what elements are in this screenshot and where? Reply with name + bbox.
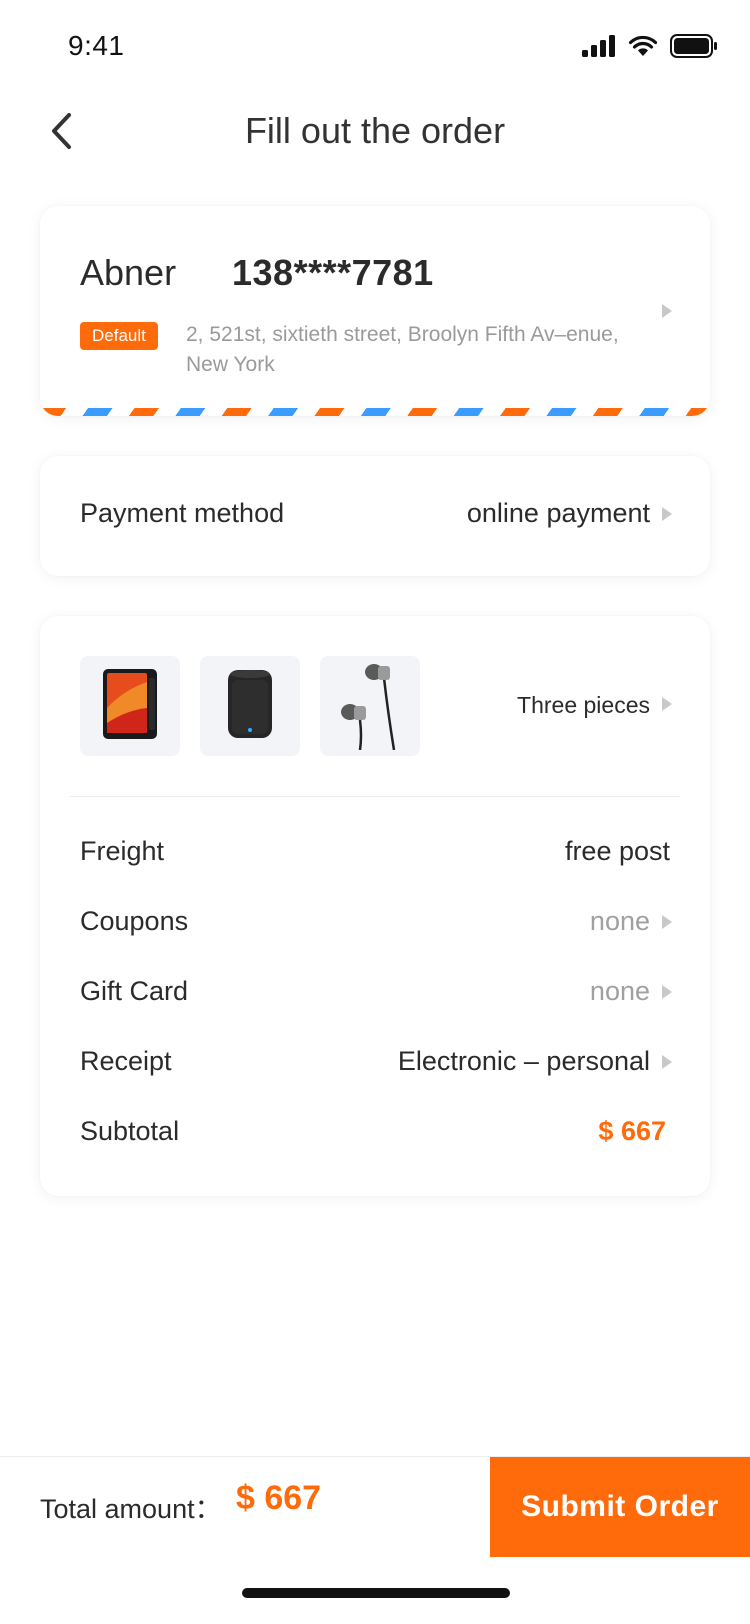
address-text: 2, 521st, sixtieth street, Broolyn Fifth… xyxy=(186,323,619,376)
bottom-bar: Total amount： $ 667 Submit Order xyxy=(0,1456,750,1557)
default-badge: Default xyxy=(80,322,158,350)
arrow-right-icon xyxy=(662,985,672,1004)
speaker-product-icon xyxy=(226,668,274,745)
gift-card-label: Gift Card xyxy=(80,976,189,1006)
arrow-right-icon xyxy=(662,507,672,526)
order-items-card: Three pieces Freight free post Coupons n… xyxy=(40,616,710,1196)
gift-card-value: none xyxy=(589,976,650,1006)
product-thumbnail-earphones[interactable] xyxy=(320,656,420,756)
cellular-signal-icon xyxy=(582,35,616,62)
earphones-product-icon xyxy=(338,658,402,755)
divider xyxy=(70,796,680,797)
submit-order-button[interactable]: Submit Order xyxy=(490,1457,750,1557)
status-icons xyxy=(582,34,718,63)
payment-method-row[interactable]: Payment method online payment xyxy=(40,456,710,576)
arrow-right-icon xyxy=(662,915,672,934)
total-amount-label: Total amount： xyxy=(40,1494,222,1524)
address-card[interactable]: Abner 138****7781 Default 2, 521st, sixt… xyxy=(40,206,710,416)
subtotal-value: $ 667 xyxy=(598,1116,666,1146)
coupons-value: none xyxy=(589,906,650,936)
receipt-value: Electronic – personal xyxy=(397,1046,650,1076)
coupons-label: Coupons xyxy=(80,906,189,936)
items-count-link[interactable]: Three pieces xyxy=(517,692,650,719)
home-indicator xyxy=(242,1588,510,1598)
receipt-label: Receipt xyxy=(80,1046,172,1076)
page-title: Fill out the order xyxy=(244,110,506,151)
battery-icon xyxy=(670,34,718,63)
payment-method-label: Payment method xyxy=(80,498,285,528)
freight-value: free post xyxy=(564,836,670,866)
recipient-phone: 138****7781 xyxy=(232,252,434,293)
wifi-icon xyxy=(628,35,658,62)
product-thumbnail-speaker[interactable] xyxy=(200,656,300,756)
arrow-right-icon xyxy=(662,304,672,323)
status-bar: 9:41 xyxy=(0,0,750,88)
recipient-name: Abner xyxy=(80,252,177,293)
nav-bar: Fill out the order xyxy=(0,88,750,176)
arrow-right-icon xyxy=(662,697,672,716)
phone-product-icon xyxy=(102,668,158,745)
status-time: 9:41 xyxy=(68,30,125,61)
subtotal-label: Subtotal xyxy=(80,1116,180,1146)
arrow-right-icon xyxy=(662,1055,672,1074)
payment-method-value: online payment xyxy=(466,498,650,528)
product-thumbnail-phone[interactable] xyxy=(80,656,180,756)
airmail-stripe xyxy=(40,408,710,416)
freight-label: Freight xyxy=(80,836,165,866)
total-amount-value: $ 667 xyxy=(236,1479,322,1517)
